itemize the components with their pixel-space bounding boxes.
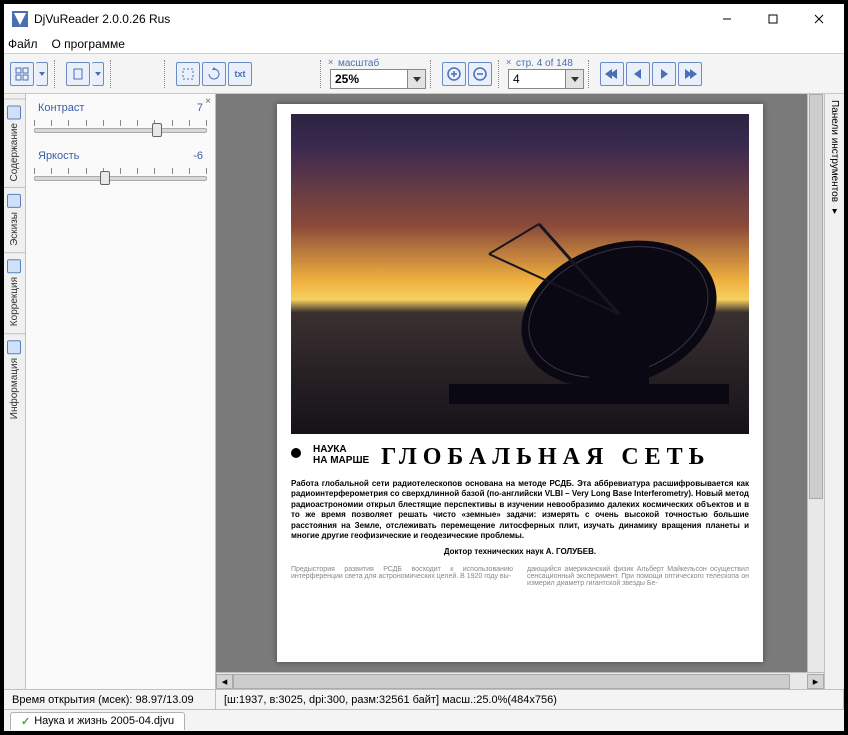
thumbnails-dropdown[interactable] bbox=[36, 62, 48, 86]
chevron-down-icon: ▸ bbox=[829, 206, 840, 217]
single-page-icon[interactable] bbox=[66, 62, 90, 86]
document-viewer: НАУКА НА МАРШЕ ГЛОБАЛЬНАЯ СЕТЬ Работа гл… bbox=[216, 94, 824, 689]
zoom-in-icon[interactable] bbox=[442, 62, 466, 86]
brightness-value: -6 bbox=[193, 150, 203, 162]
page-mode-dropdown[interactable] bbox=[92, 62, 104, 86]
window-title: DjVuReader 2.0.0.26 Rus bbox=[34, 12, 704, 26]
document-page: НАУКА НА МАРШЕ ГЛОБАЛЬНАЯ СЕТЬ Работа гл… bbox=[277, 104, 763, 662]
refresh-icon[interactable] bbox=[202, 62, 226, 86]
side-tab-strip: Содержание Эскизы Коррекция Информация bbox=[4, 94, 26, 689]
viewer-scroll-area[interactable]: НАУКА НА МАРШЕ ГЛОБАЛЬНАЯ СЕТЬ Работа гл… bbox=[216, 94, 824, 672]
status-page-info: [ш:1937, в:3025, dpi:300, разм:32561 бай… bbox=[216, 690, 844, 709]
document-tab-strip: ✓ Наука и жизнь 2005-04.djvu bbox=[4, 709, 844, 731]
menu-bar: Файл О программе bbox=[4, 34, 844, 54]
app-icon bbox=[12, 11, 28, 27]
document-tab[interactable]: ✓ Наука и жизнь 2005-04.djvu bbox=[10, 712, 185, 730]
scroll-left-icon[interactable]: ◂ bbox=[216, 674, 233, 689]
article-author: Доктор технических наук А. ГОЛУБЕВ. bbox=[291, 547, 749, 557]
correction-panel: × Контраст 7 Яркость -6 bbox=[26, 94, 216, 689]
brightness-label: Яркость bbox=[38, 150, 79, 162]
contrast-value: 7 bbox=[197, 102, 203, 114]
toolbars-panel-tab[interactable]: Панели инструментов ▸ bbox=[824, 94, 844, 689]
scale-label: масштаб bbox=[330, 58, 426, 69]
thumbnails-icon[interactable] bbox=[10, 62, 34, 86]
status-open-time: Время открытия (мсек): 98.97/13.09 bbox=[4, 690, 216, 709]
scroll-right-icon[interactable]: ▸ bbox=[807, 674, 824, 689]
menu-about[interactable]: О программе bbox=[52, 37, 125, 51]
scale-input[interactable] bbox=[331, 70, 407, 88]
status-bar: Время открытия (мсек): 98.97/13.09 [ш:19… bbox=[4, 689, 844, 709]
vertical-scrollbar[interactable] bbox=[807, 94, 824, 672]
bullet-icon bbox=[291, 448, 301, 458]
check-icon: ✓ bbox=[21, 715, 30, 728]
panel-close-icon[interactable]: × bbox=[205, 96, 211, 107]
tab-thumbnails[interactable]: Эскизы bbox=[4, 187, 25, 252]
zoom-out-icon[interactable] bbox=[468, 62, 492, 86]
text-mode-icon[interactable]: txt bbox=[228, 62, 252, 86]
scale-dropdown[interactable] bbox=[407, 70, 425, 88]
article-intro: Работа глобальной сети радиотелескопов о… bbox=[291, 479, 749, 541]
tab-information[interactable]: Информация bbox=[4, 333, 25, 425]
next-page-icon[interactable] bbox=[652, 62, 676, 86]
page-combo[interactable] bbox=[508, 69, 584, 89]
page-label: стр. 4 of 148 bbox=[508, 58, 584, 69]
select-region-icon[interactable] bbox=[176, 62, 200, 86]
article-columns: Предыстория развития РСДБ восходит к исп… bbox=[291, 566, 749, 587]
list-icon bbox=[8, 105, 22, 119]
page-dropdown[interactable] bbox=[565, 70, 583, 88]
contrast-slider[interactable] bbox=[34, 118, 207, 136]
minimize-button[interactable] bbox=[704, 5, 750, 33]
article-headline: ГЛОБАЛЬНАЯ СЕТЬ bbox=[381, 444, 710, 471]
article-photo bbox=[291, 114, 749, 434]
menu-file[interactable]: Файл bbox=[8, 37, 38, 51]
last-page-icon[interactable] bbox=[678, 62, 702, 86]
scale-combo[interactable] bbox=[330, 69, 426, 89]
contrast-label: Контраст bbox=[38, 102, 84, 114]
brightness-slider[interactable] bbox=[34, 166, 207, 184]
toolbar: txt масштаб стр. 4 of 148 bbox=[4, 54, 844, 94]
close-button[interactable] bbox=[796, 5, 842, 33]
document-tab-label: Наука и жизнь 2005-04.djvu bbox=[34, 715, 174, 727]
maximize-button[interactable] bbox=[750, 5, 796, 33]
title-bar: DjVuReader 2.0.0.26 Rus bbox=[4, 4, 844, 34]
horizontal-scrollbar[interactable]: ◂ ▸ bbox=[216, 672, 824, 689]
tab-correction[interactable]: Коррекция bbox=[4, 252, 25, 332]
grid-icon bbox=[8, 194, 22, 208]
first-page-icon[interactable] bbox=[600, 62, 624, 86]
wrench-icon bbox=[8, 259, 22, 273]
page-input[interactable] bbox=[509, 70, 565, 88]
info-icon bbox=[8, 340, 22, 354]
tab-contents[interactable]: Содержание bbox=[4, 98, 25, 187]
prev-page-icon[interactable] bbox=[626, 62, 650, 86]
article-subhead: НАУКА НА МАРШЕ bbox=[313, 444, 369, 466]
